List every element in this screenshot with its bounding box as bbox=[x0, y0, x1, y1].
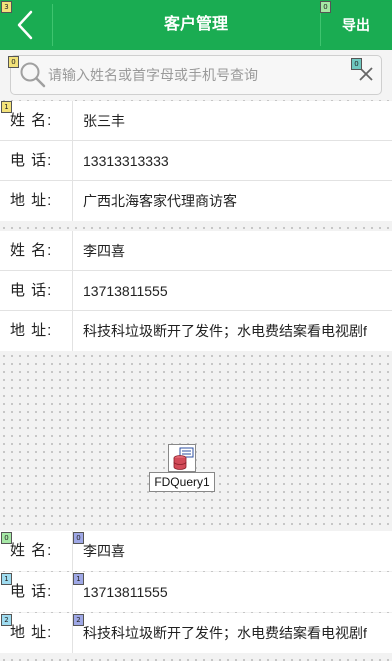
name-row: 姓 名: 李四喜 bbox=[0, 231, 392, 271]
designer-badge: 0 bbox=[320, 1, 331, 13]
customer-card[interactable]: 姓 名: 张三丰 电 话: 13313313333 地 址: 广西北海客家代理商… bbox=[0, 101, 392, 221]
phone-label: 电 话: bbox=[10, 152, 53, 169]
name-value: 李四喜 bbox=[72, 531, 392, 571]
address-row: 地 址: 科技科垃圾断开了发件；水电费结案看电视剧f bbox=[0, 311, 392, 351]
address-value: 科技科垃圾断开了发件；水电费结案看电视剧f bbox=[72, 311, 392, 351]
designer-badge: 0 bbox=[73, 532, 84, 544]
address-row: 地 址: 科技科垃圾断开了发件；水电费结案看电视剧f bbox=[0, 613, 392, 653]
phone-row: 电 话: 13313313333 bbox=[0, 141, 392, 181]
designer-badge: 0 bbox=[351, 58, 362, 70]
designer-badge: 0 bbox=[1, 532, 12, 544]
designer-badge: 2 bbox=[73, 614, 84, 626]
address-label: 地 址: bbox=[10, 192, 53, 209]
designer-badge: 0 bbox=[8, 56, 19, 68]
name-value: 张三丰 bbox=[72, 101, 392, 141]
customer-card[interactable]: 姓 名: 李四喜 电 话: 13713811555 地 址: 科技科垃圾断开了发… bbox=[0, 231, 392, 351]
database-query-icon bbox=[173, 447, 194, 470]
search-input[interactable] bbox=[48, 56, 340, 94]
address-value: 科技科垃圾断开了发件；水电费结案看电视剧f bbox=[72, 613, 392, 653]
address-label: 地 址: bbox=[10, 322, 53, 339]
address-value: 广西北海客家代理商访客 bbox=[72, 181, 392, 221]
designer-badge: 3 bbox=[1, 1, 12, 13]
designer-badge: 2 bbox=[1, 614, 12, 626]
fdquery-label: FDQuery1 bbox=[149, 472, 215, 492]
phone-row: 电 话: 13713811555 bbox=[0, 572, 392, 612]
designer-badge: 1 bbox=[73, 573, 84, 585]
phone-value: 13313313333 bbox=[72, 141, 392, 181]
fdquery-component[interactable] bbox=[168, 444, 196, 472]
phone-label: 电 话: bbox=[10, 282, 53, 299]
phone-value: 13713811555 bbox=[72, 572, 392, 612]
designer-badge: 1 bbox=[1, 101, 12, 113]
name-label: 姓 名: bbox=[10, 242, 53, 259]
name-row: 姓 名: 张三丰 bbox=[0, 101, 392, 141]
search-icon bbox=[20, 62, 46, 88]
name-row: 姓 名: 李四喜 bbox=[0, 531, 392, 571]
name-value: 李四喜 bbox=[72, 231, 392, 271]
phone-row: 电 话: 13713811555 bbox=[0, 271, 392, 311]
designer-badge: 1 bbox=[1, 573, 12, 585]
address-row: 地 址: 广西北海客家代理商访客 bbox=[0, 181, 392, 221]
phone-value: 13713811555 bbox=[72, 271, 392, 311]
